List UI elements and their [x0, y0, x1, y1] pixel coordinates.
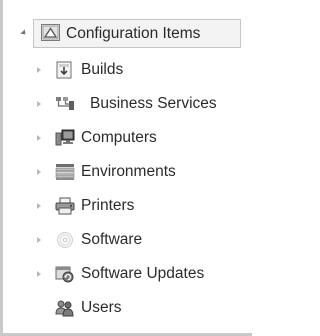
expand-arrow-icon[interactable]: [37, 135, 41, 141]
tree-item-printers[interactable]: Printers: [81, 197, 134, 215]
users-icon: [55, 299, 75, 317]
printers-icon: [55, 197, 75, 215]
software-icon: [55, 231, 75, 249]
software-updates-icon: [55, 265, 75, 283]
builds-icon: [55, 61, 75, 79]
tree-item-environments[interactable]: Environments: [81, 163, 176, 181]
tree-item-software[interactable]: Software: [81, 231, 142, 249]
tree-item-business-services[interactable]: Business Services: [90, 95, 217, 113]
tree-item-computers[interactable]: Computers: [81, 129, 157, 147]
tree-item-label: Configuration Items: [66, 25, 201, 42]
expand-arrow-icon[interactable]: [37, 67, 41, 73]
tree-item-builds[interactable]: Builds: [81, 61, 123, 79]
computers-icon: [55, 129, 75, 147]
navigation-tree: Configuration Items Builds Business Serv…: [0, 0, 252, 336]
tree-item-software-updates[interactable]: Software Updates: [81, 265, 204, 283]
business-services-icon: [55, 95, 75, 113]
configuration-items-icon: [41, 24, 61, 42]
expand-arrow-icon[interactable]: [37, 169, 41, 175]
expand-arrow-icon[interactable]: [37, 237, 41, 243]
tree-item-users[interactable]: Users: [81, 299, 121, 317]
expand-arrow-icon[interactable]: [37, 271, 41, 277]
environments-icon: [55, 163, 75, 181]
expand-arrow-icon[interactable]: [37, 203, 41, 209]
expand-arrow-icon[interactable]: [20, 29, 28, 37]
expand-arrow-icon[interactable]: [37, 101, 41, 107]
